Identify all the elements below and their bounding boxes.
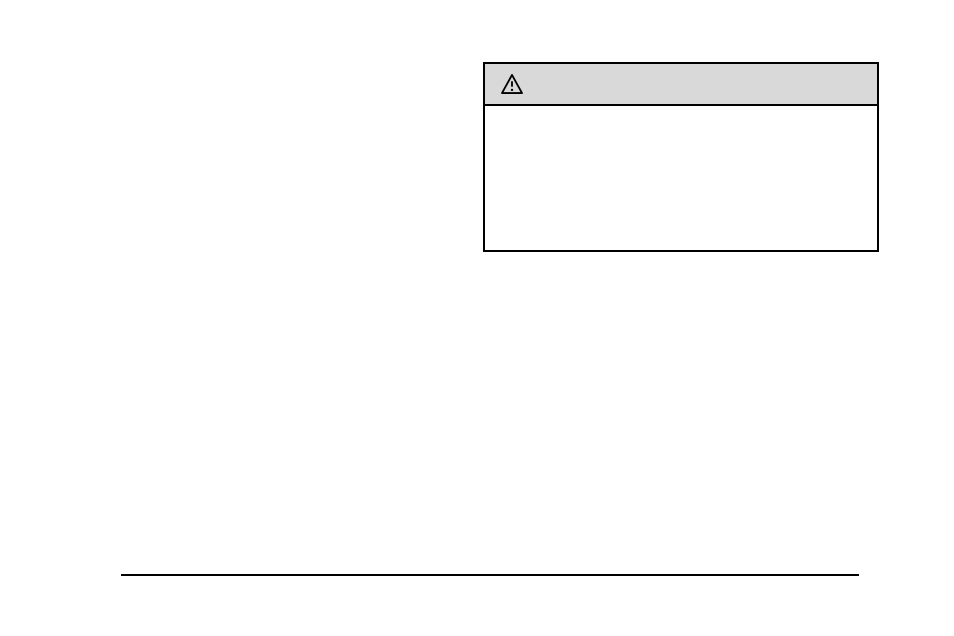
footer-divider	[121, 574, 859, 576]
warning-icon	[501, 74, 523, 94]
caution-box	[483, 62, 879, 252]
caution-body	[485, 106, 877, 250]
caution-header	[485, 64, 877, 106]
